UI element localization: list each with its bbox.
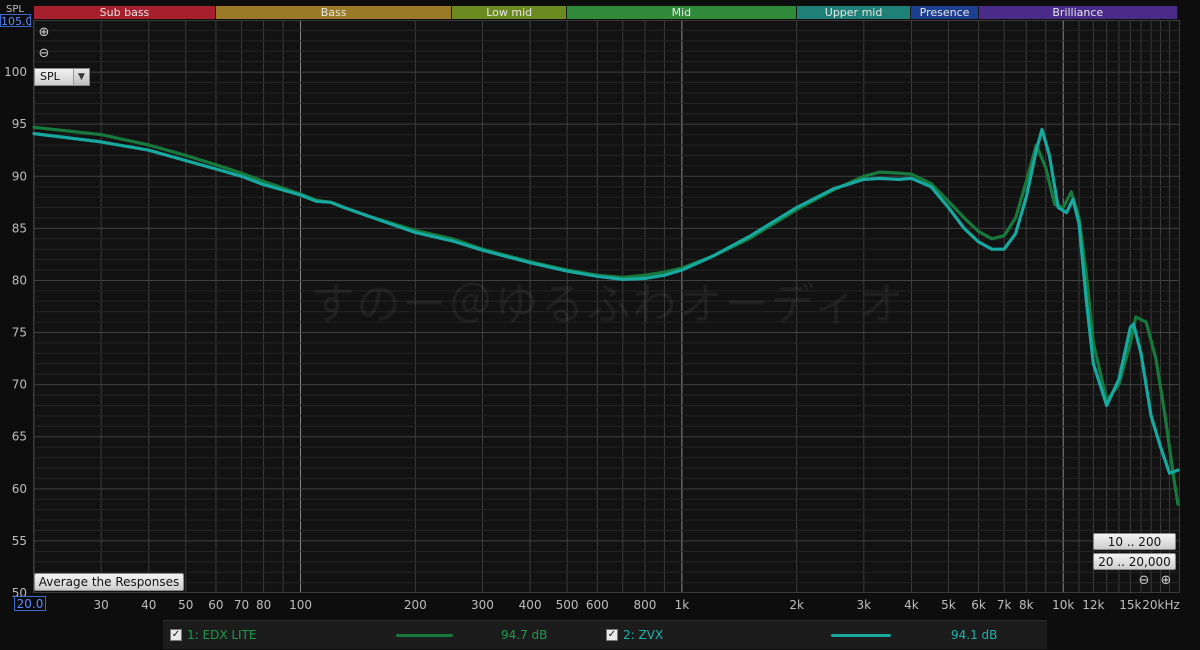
- band-presence: Presence: [911, 6, 979, 19]
- x-tick-label: 100: [289, 598, 312, 612]
- band-low-mid: Low mid: [452, 6, 568, 19]
- x-tick-label: 12k: [1082, 598, 1104, 612]
- frequency-response-chart: [32, 21, 1180, 592]
- zoom-in-icon[interactable]: ⊕: [37, 26, 51, 40]
- legend-swatch-zvx: [831, 634, 891, 637]
- zoom-out-x-icon[interactable]: ⊖: [1137, 574, 1151, 588]
- x-tick-label: 80: [256, 598, 271, 612]
- frequency-response-window: Sub bass Bass Low mid Mid Upper mid Presence B…: [0, 0, 1200, 649]
- legend-name: 2: ZVX: [623, 628, 664, 642]
- zoom-in-x-icon[interactable]: ⊕: [1159, 574, 1173, 588]
- checkbox-edx-lite[interactable]: ✓: [170, 629, 182, 641]
- x-tick-label: 6k: [971, 598, 986, 612]
- band-brilliance: Brilliance: [978, 6, 1178, 19]
- y-tick-label: 75: [12, 326, 27, 340]
- band-mid: Mid: [567, 6, 797, 19]
- x-tick-label: 70: [234, 598, 249, 612]
- band-sub-bass: Sub bass: [34, 6, 216, 19]
- legend-name: 1: EDX LITE: [187, 628, 257, 642]
- legend-swatch-edx-lite: [396, 634, 453, 637]
- band-bass: Bass: [215, 6, 453, 19]
- checkbox-zvx[interactable]: ✓: [606, 629, 618, 641]
- average-responses-button[interactable]: Average the Responses: [34, 573, 184, 591]
- range-10-200-button[interactable]: 10 .. 200: [1093, 533, 1176, 550]
- x-tick-label: 30: [94, 598, 109, 612]
- measure-select[interactable]: SPL ▼: [34, 68, 90, 86]
- x-tick-label: 10k: [1052, 598, 1074, 612]
- x-tick-label: 800: [633, 598, 656, 612]
- x-tick-label: 400: [519, 598, 542, 612]
- x-tick-label: 50: [178, 598, 193, 612]
- y-tick-label: 60: [12, 482, 27, 496]
- x-tick-label: 60: [208, 598, 223, 612]
- x-tick-label: 200: [404, 598, 427, 612]
- x-tick-label: 40: [141, 598, 156, 612]
- x-tick-label: 4k: [904, 598, 919, 612]
- plot-area[interactable]: [32, 20, 1180, 593]
- y-tick-label: 80: [12, 273, 27, 287]
- x-tick-label: 15k: [1119, 598, 1141, 612]
- zoom-out-icon[interactable]: ⊖: [37, 47, 51, 61]
- legend-value: 94.1 dB: [951, 628, 998, 642]
- y-unit-label: SPL: [6, 4, 24, 15]
- legend-item-zvx[interactable]: ✓ 2: ZVX 94.1 dB: [603, 621, 1047, 650]
- x-min-field[interactable]: 20.0: [14, 596, 46, 611]
- x-tick-label: 3k: [857, 598, 872, 612]
- measure-select-value: SPL: [40, 70, 60, 83]
- x-tick-label: 600: [586, 598, 609, 612]
- y-tick-label: 55: [12, 534, 27, 548]
- y-max-field[interactable]: 105.00: [0, 14, 31, 27]
- y-tick-label: 65: [12, 430, 27, 444]
- legend-bar: ✓ 1: EDX LITE 94.7 dB ✓ 2: ZVX 94.1 dB: [163, 620, 1047, 649]
- legend-item-edx-lite[interactable]: ✓ 1: EDX LITE 94.7 dB: [163, 621, 603, 650]
- x-tick-label: 1k: [675, 598, 690, 612]
- legend-value: 94.7 dB: [501, 628, 548, 642]
- series-line-1: [32, 125, 1180, 506]
- x-tick-label: 8k: [1019, 598, 1034, 612]
- y-tick-label: 95: [12, 117, 27, 131]
- y-tick-label: 90: [12, 169, 27, 183]
- x-tick-label: 2k: [789, 598, 804, 612]
- y-tick-label: 100: [4, 65, 27, 79]
- x-tick-label: 7k: [997, 598, 1012, 612]
- x-tick-label: 300: [471, 598, 494, 612]
- chevron-down-icon: ▼: [73, 69, 89, 85]
- x-tick-label: 500: [556, 598, 579, 612]
- x-tick-label: 20kHz: [1142, 598, 1180, 612]
- band-upper-mid: Upper mid: [796, 6, 912, 19]
- y-tick-label: 85: [12, 221, 27, 235]
- x-tick-label: 5k: [941, 598, 956, 612]
- y-tick-label: 70: [12, 378, 27, 392]
- range-20-20000-button[interactable]: 20 .. 20,000: [1093, 553, 1176, 570]
